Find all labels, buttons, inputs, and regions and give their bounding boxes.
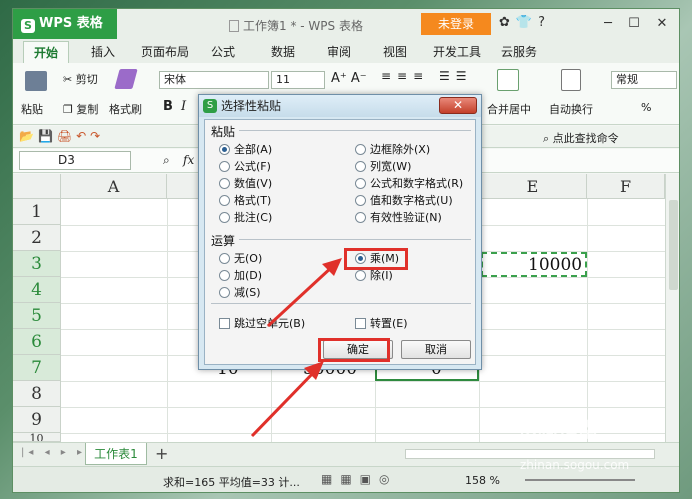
annotation-arrows <box>250 258 342 438</box>
arrow-to-ok <box>250 368 318 438</box>
arrow-to-multiply <box>266 264 335 328</box>
